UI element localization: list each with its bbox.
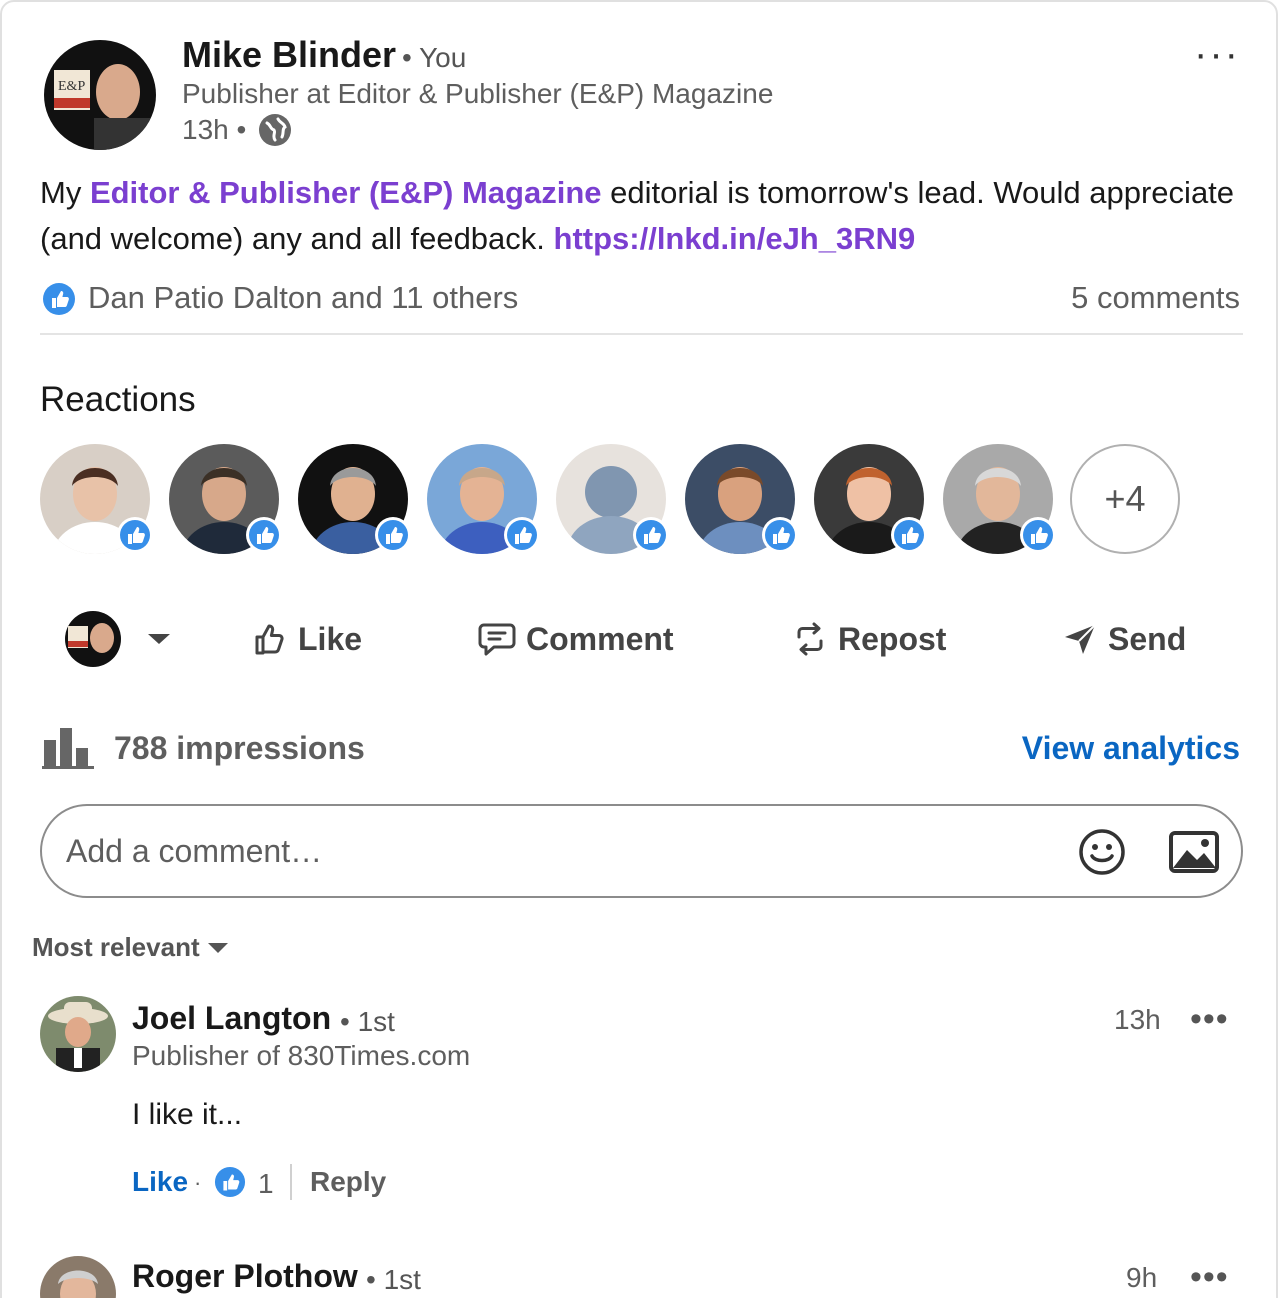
post-timestamp: 13h • — [182, 114, 247, 145]
comment-like-count: 1 — [258, 1168, 274, 1199]
reactor-avatar[interactable] — [556, 444, 669, 554]
commenter-name[interactable]: Roger Plothow — [132, 1258, 358, 1295]
caret-down-icon — [148, 634, 170, 644]
comment-text: I like it... — [132, 1098, 243, 1131]
comment-more-icon[interactable]: ••• — [1190, 1000, 1229, 1039]
comment-time: 9h — [1126, 1262, 1158, 1293]
like-icon — [255, 624, 284, 655]
post-text-prefix: My — [40, 175, 90, 210]
comments-count[interactable]: 5 comments — [1071, 280, 1240, 316]
sort-label: Most relevant — [32, 932, 200, 962]
commenter-avatar[interactable] — [40, 996, 116, 1072]
action-bar: Like Comment Repost Send — [2, 602, 1278, 676]
like-badge-icon — [632, 516, 670, 554]
like-reaction-icon — [214, 1166, 246, 1198]
mention-link[interactable]: Editor & Publisher (E&P) Magazine — [90, 175, 602, 210]
actor-avatar — [65, 611, 121, 667]
like-badge-icon — [890, 516, 928, 554]
comment-label: Comment — [526, 620, 674, 657]
actor-switcher[interactable] — [64, 602, 182, 676]
reactor-avatar[interactable] — [427, 444, 540, 554]
author-headline: Publisher at Editor & Publisher (E&P) Ma… — [182, 78, 774, 109]
send-label: Send — [1108, 620, 1187, 657]
comment-icon — [478, 623, 516, 656]
reactor-avatar[interactable] — [169, 444, 282, 554]
post-card: E&P Mike Blinder • You Publisher at Edit… — [0, 0, 1278, 1298]
author-name[interactable]: Mike Blinder — [182, 34, 396, 76]
impressions-count: 788 impressions — [114, 730, 365, 766]
send-button[interactable]: Send — [1062, 602, 1186, 676]
view-analytics-link[interactable]: View analytics — [1022, 730, 1240, 767]
svg-text:E&P: E&P — [58, 79, 85, 94]
post-url-link[interactable]: https://lnkd.in/eJh_3RN9 — [554, 221, 916, 256]
post-body: My Editor & Publisher (E&P) Magazine edi… — [40, 170, 1250, 262]
send-icon — [1065, 624, 1096, 654]
like-badge-icon — [1019, 516, 1057, 554]
separator-dot: · — [194, 1170, 202, 1195]
author-avatar[interactable]: E&P — [44, 40, 156, 150]
commenter-headline: Publisher of 830Times.com — [132, 1040, 471, 1071]
post-more-menu-icon[interactable]: ··· — [1194, 32, 1240, 77]
like-label: Like — [298, 620, 363, 657]
bar-chart-icon — [42, 726, 94, 770]
more-reactions-button[interactable]: +4 — [1070, 444, 1180, 554]
reactor-avatar[interactable] — [814, 444, 927, 554]
comment-time: 13h — [1114, 1004, 1161, 1035]
reactor-avatar[interactable] — [685, 444, 798, 554]
image-icon[interactable] — [1168, 830, 1220, 874]
comment-reply-button[interactable]: Reply — [310, 1166, 386, 1198]
reactor-avatar[interactable] — [298, 444, 411, 554]
divider — [40, 333, 1243, 335]
comment-box — [40, 804, 1243, 898]
caret-down-icon — [207, 942, 228, 953]
reactions-summary[interactable]: Dan Patio Dalton and 11 others — [88, 280, 518, 316]
like-badge-icon — [245, 516, 283, 554]
repost-icon — [797, 622, 823, 656]
commenter-name[interactable]: Joel Langton — [132, 1000, 331, 1037]
repost-button[interactable]: Repost — [792, 602, 946, 676]
repost-label: Repost — [838, 620, 947, 657]
commenter-degree: • 1st — [340, 1006, 395, 1037]
like-badge-icon — [503, 516, 541, 554]
comment-input[interactable] — [66, 806, 1066, 896]
emoji-icon[interactable] — [1078, 828, 1126, 876]
commenter-degree: • 1st — [366, 1264, 421, 1295]
author-degree: • You — [402, 42, 467, 73]
reactions-heading: Reactions — [40, 380, 196, 419]
like-badge-icon — [374, 516, 412, 554]
commenter-avatar[interactable] — [40, 1256, 116, 1298]
reactor-avatar[interactable] — [943, 444, 1056, 554]
separator-bar — [290, 1164, 292, 1200]
reactor-avatar[interactable] — [40, 444, 153, 554]
globe-icon — [258, 113, 292, 147]
comment-more-icon[interactable]: ••• — [1190, 1258, 1229, 1297]
comment-sort-dropdown[interactable]: Most relevant — [32, 932, 230, 963]
like-badge-icon — [116, 516, 154, 554]
comment-button[interactable]: Comment — [478, 602, 674, 676]
like-reaction-icon — [42, 282, 76, 316]
like-button[interactable]: Like — [252, 602, 362, 676]
like-badge-icon — [761, 516, 799, 554]
comment-like-button[interactable]: Like — [132, 1166, 188, 1198]
